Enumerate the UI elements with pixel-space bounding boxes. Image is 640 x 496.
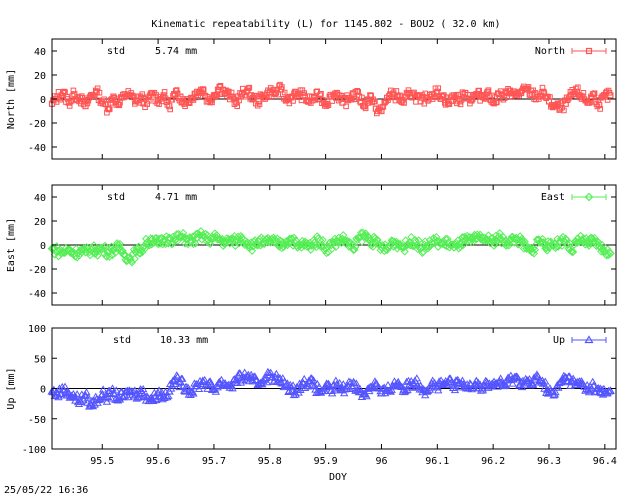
- up-panel: -100 -50 0 50 100 95.5 95.6 95.7 95.8 95.9 96 96.1 9…: [6, 324, 617, 467]
- std-value: 10.33 mm: [160, 335, 208, 346]
- std-label: std: [107, 192, 125, 203]
- y-tick-label: -100: [22, 445, 46, 456]
- y-axis-label: East [mm]: [6, 218, 17, 272]
- x-tick-label: 96.1: [425, 456, 449, 467]
- y-tick-label: 40: [34, 193, 46, 204]
- y-tick-label: 0: [40, 95, 46, 106]
- legend-label: Up: [553, 335, 565, 346]
- y-tick-label: 100: [28, 324, 46, 335]
- y-tick-label: 50: [34, 354, 46, 365]
- east-panel: -40 -20 0 20 40 East [mm] std 4.71 mm East: [6, 184, 617, 306]
- y-tick-label: 20: [34, 71, 46, 82]
- y-tick-label: -40: [28, 289, 46, 300]
- y-tick-label: 0: [40, 241, 46, 252]
- x-tick-label: 95.6: [146, 456, 170, 467]
- x-tick-label: 95.7: [202, 456, 226, 467]
- trace-mark: [99, 385, 108, 393]
- x-tick-label: 95.9: [314, 456, 338, 467]
- x-axis-label: DOY: [329, 472, 347, 483]
- x-tick-label: 95.5: [90, 456, 114, 467]
- legend-label: North: [535, 46, 565, 57]
- y-tick-label: 0: [40, 385, 46, 396]
- std-label: std: [113, 335, 131, 346]
- y-tick-label: 40: [34, 47, 46, 58]
- y-axis-label: North [mm]: [6, 69, 17, 129]
- y-tick-label: -50: [28, 415, 46, 426]
- timestamp: 25/05/22 16:36: [4, 485, 88, 496]
- y-tick-label: -20: [28, 265, 46, 276]
- std-label: std: [107, 46, 125, 57]
- x-tick-label: 96: [375, 456, 387, 467]
- figure: Kinematic repeatability (L) for 1145.802…: [4, 19, 617, 496]
- x-tick-label: 96.2: [481, 456, 505, 467]
- std-value: 4.71 mm: [155, 192, 197, 203]
- y-tick-label: 20: [34, 217, 46, 228]
- x-tick-label: 95.8: [258, 456, 282, 467]
- chart-title: Kinematic repeatability (L) for 1145.802…: [151, 19, 500, 30]
- north-panel: -40 -20 0 20 40 North [mm] std 5.74 mm North: [6, 38, 617, 160]
- std-value: 5.74 mm: [155, 46, 197, 57]
- x-tick-label: 96.4: [593, 456, 617, 467]
- y-axis-label: Up [mm]: [6, 367, 17, 409]
- legend-label: East: [541, 192, 565, 203]
- y-tick-label: -20: [28, 119, 46, 130]
- y-tick-label: -40: [28, 143, 46, 154]
- x-tick-label: 96.3: [537, 456, 561, 467]
